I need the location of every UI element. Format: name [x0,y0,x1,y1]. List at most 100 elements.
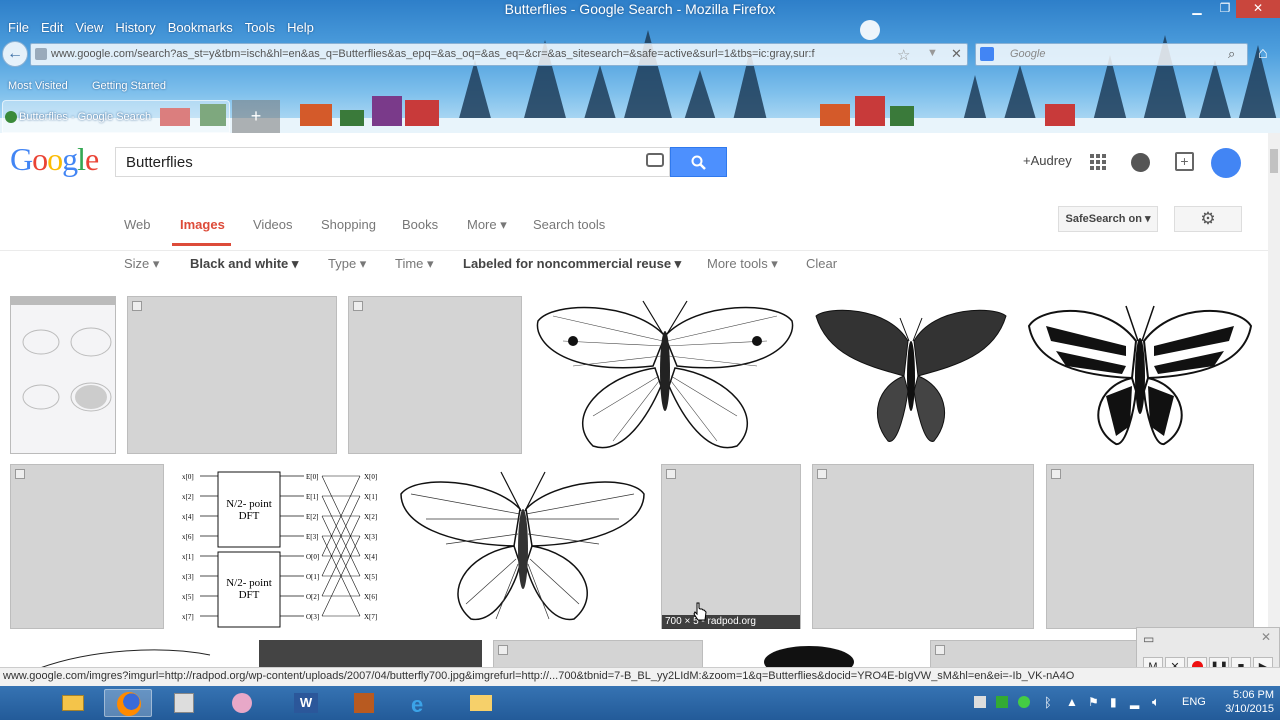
scrollbar-thumb[interactable] [1270,149,1278,173]
internet-explorer-icon[interactable]: e [398,689,446,717]
google-engine-icon[interactable] [980,47,994,61]
image-result-partial-tree[interactable] [714,640,919,670]
back-button[interactable]: ← [2,41,28,67]
flag-icon[interactable]: ⚑ [1088,695,1099,709]
tool-usage-rights[interactable]: Labeled for noncommercial reuse ▾ [463,256,681,272]
menu-help[interactable]: Help [281,20,320,38]
word-taskbar-icon[interactable]: W [282,689,330,717]
new-tab-button[interactable]: + [232,100,280,133]
search-button[interactable] [670,147,727,177]
site-identity-icon[interactable] [35,48,47,60]
tab-favicon-icon [5,111,17,123]
minimize-button[interactable]: ▁ [1184,0,1210,18]
input-language[interactable]: ENG [1182,696,1206,708]
menu-tools[interactable]: Tools [239,20,281,38]
safesearch-button[interactable]: SafeSearch on ▾ [1058,206,1158,232]
menu-history[interactable]: History [109,20,161,38]
app-taskbar-icon[interactable] [160,689,208,717]
tab-images[interactable]: Images [180,217,225,232]
firefox-taskbar-icon[interactable] [104,689,152,717]
dft-mid-label: E[2] [306,513,318,521]
close-window-button[interactable]: ✕ [1236,0,1280,18]
dropdown-arrow-icon[interactable]: ▼ [927,47,938,59]
image-result-partial-dark[interactable] [259,640,482,670]
image-result-white-butterfly[interactable] [533,296,797,454]
tool-more-tools[interactable]: More tools ▾ [707,256,778,272]
url-text[interactable]: www.google.com/search?as_st=y&tbm=isch&h… [51,48,851,60]
browser-search-bar[interactable]: Google ⌕ [975,43,1248,66]
access-taskbar-icon[interactable] [340,689,388,717]
tray-arrow-icon[interactable]: ▲ [1066,695,1078,709]
tray-icon-close[interactable] [974,696,986,708]
paint-taskbar-icon[interactable] [218,689,266,717]
dft-block-bottom-line1: N/2- point [226,577,272,589]
url-bar[interactable]: www.google.com/search?as_st=y&tbm=isch&h… [30,43,968,66]
google-images-page: Google Butterflies +Audrey + Web Images … [0,133,1280,670]
search-query[interactable]: Butterflies [126,154,193,171]
image-result-placeholder[interactable] [493,640,703,670]
recorder-close-icon[interactable]: ✕ [1261,630,1271,644]
image-result-partial-sketch[interactable] [10,640,248,670]
image-result-sketch-sheet[interactable] [10,296,116,454]
folder-taskbar-icon[interactable] [456,689,504,717]
menu-file[interactable]: File [2,20,35,38]
bookmark-star-icon[interactable]: ☆ [897,46,910,64]
clock-time: 5:06 PM [1233,689,1274,701]
maximize-button[interactable]: ❐ [1212,0,1238,18]
bookmark-most-visited[interactable]: Most Visited [8,80,68,92]
menu-bookmarks[interactable]: Bookmarks [162,20,239,38]
tray-icon-sync[interactable] [1018,696,1030,708]
image-result-placeholder[interactable] [127,296,337,454]
page-scrollbar[interactable] [1268,133,1280,670]
volume-icon[interactable]: 🔈︎ [1152,694,1160,710]
image-hover-caption: 700 × 5 - radpod.org [662,615,800,629]
tool-type[interactable]: Type ▾ [328,256,366,272]
apps-grid-icon[interactable] [1090,154,1106,170]
tool-color-bw[interactable]: Black and white ▾ [190,256,298,272]
bookmark-getting-started[interactable]: Getting Started [92,80,166,92]
tab-videos[interactable]: Videos [253,217,293,232]
image-result-dark-butterfly[interactable] [808,296,1014,454]
user-name-link[interactable]: +Audrey [1023,153,1072,168]
image-result-placeholder[interactable] [930,640,1140,670]
image-result-swallowtail-butterfly[interactable] [1026,296,1254,454]
search-icon[interactable]: ⌕ [1228,46,1235,62]
home-icon[interactable]: ⌂ [1258,45,1268,63]
dft-output-label: X[4] [364,553,377,561]
image-result-placeholder[interactable] [1046,464,1254,629]
tool-time[interactable]: Time ▾ [395,256,434,272]
avatar[interactable] [1211,148,1241,178]
tab-books[interactable]: Books [402,217,438,232]
butterfly-drawing-dark [815,309,1007,442]
image-result-placeholder[interactable] [10,464,164,629]
search-placeholder[interactable]: Google [1010,48,1045,60]
notifications-icon[interactable] [1131,153,1150,172]
tab-search-tools[interactable]: Search tools [533,217,605,232]
google-logo[interactable]: Google [10,141,99,178]
bluetooth-icon[interactable]: ᛒ [1044,695,1052,710]
search-input[interactable]: Butterflies [115,147,670,177]
tool-clear[interactable]: Clear [806,256,837,271]
image-result-placeholder[interactable] [812,464,1034,629]
camera-icon[interactable] [646,153,664,167]
stop-icon[interactable]: ✕ [951,46,962,62]
tab-more[interactable]: More ▾ [467,217,507,233]
tab-butterflies[interactable]: Butterflies - Google Search [2,100,230,133]
network-icon[interactable]: ▂ [1130,695,1139,709]
menu-view[interactable]: View [69,20,109,38]
clock[interactable]: 5:06 PM 3/10/2015 [1225,688,1274,716]
tab-shopping[interactable]: Shopping [321,217,376,232]
image-result-outline-butterfly[interactable] [396,464,649,629]
settings-gear-icon[interactable]: ⚙ [1174,206,1242,232]
image-result-placeholder[interactable] [348,296,522,454]
status-bar: www.google.com/imgres?imgurl=http://radp… [0,667,1280,686]
file-explorer-icon[interactable] [48,689,96,717]
tool-size[interactable]: Size ▾ [124,256,159,272]
tray-icon-green[interactable] [996,696,1008,708]
image-result-hovered[interactable]: 700 × 5 - radpod.org [661,464,801,629]
share-plus-icon[interactable]: + [1175,152,1194,171]
image-result-dft-diagram[interactable]: N/2- point DFT N/2- point DFT x[0] E[0] X[… [174,464,386,629]
battery-icon[interactable]: ▮ [1110,695,1117,709]
tab-web[interactable]: Web [124,217,151,232]
menu-edit[interactable]: Edit [35,20,69,38]
